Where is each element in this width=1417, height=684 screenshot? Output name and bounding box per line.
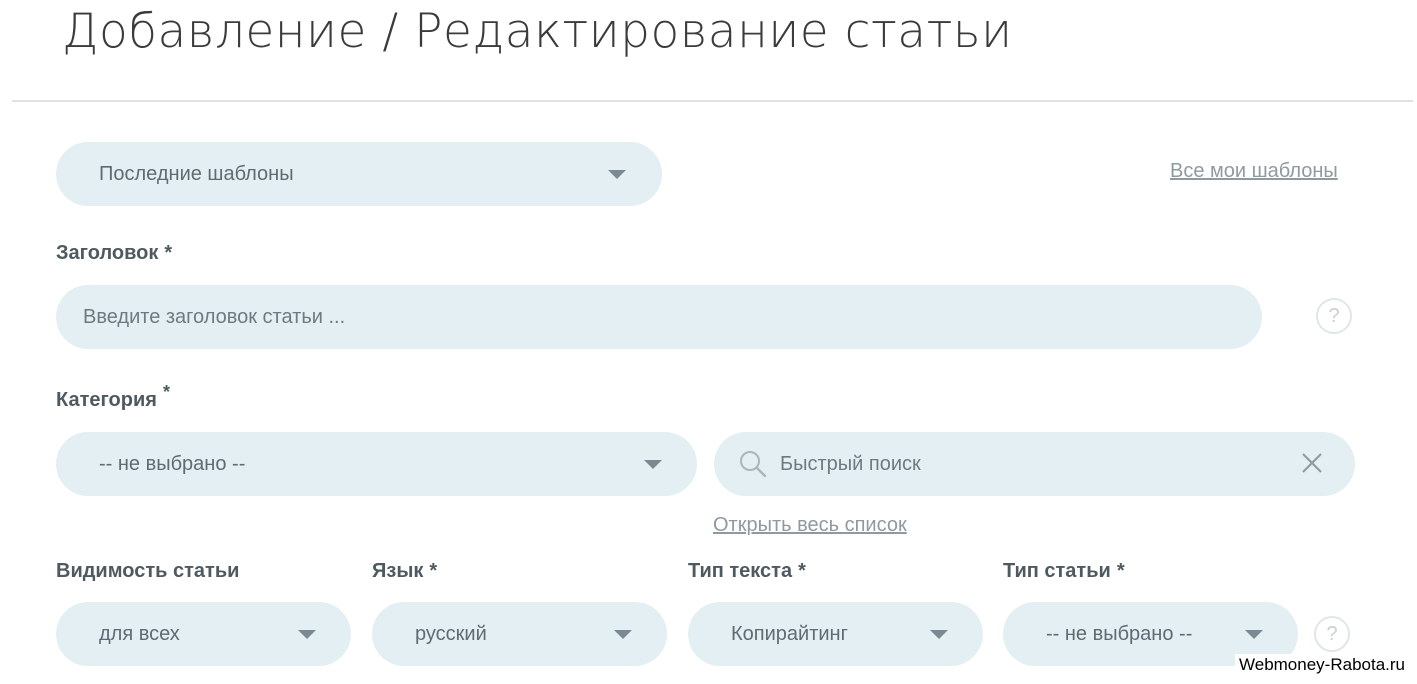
chevron-down-icon xyxy=(614,630,632,639)
visibility-label: Видимость статьи xyxy=(56,560,240,582)
language-label-text: Язык xyxy=(372,560,424,582)
required-mark: * xyxy=(429,560,438,582)
chevron-down-icon xyxy=(644,460,662,469)
language-label: Язык * xyxy=(372,560,437,583)
templates-select-value: Последние шаблоны xyxy=(99,162,294,185)
header-divider xyxy=(12,100,1413,102)
required-mark: * xyxy=(162,382,170,402)
templates-select[interactable]: Последние шаблоны xyxy=(56,142,662,206)
category-label: Категория * xyxy=(56,382,170,412)
category-search-input[interactable] xyxy=(780,450,1280,478)
visibility-select-value: для всех xyxy=(99,622,180,645)
text-type-label-text: Тип текста xyxy=(688,560,793,582)
chevron-down-icon xyxy=(608,170,626,179)
search-icon xyxy=(740,451,767,478)
page-title: Добавление / Редактирование статьи xyxy=(62,4,1013,59)
chevron-down-icon xyxy=(930,630,948,639)
title-input[interactable] xyxy=(83,303,1233,331)
category-select-value: -- не выбрано -- xyxy=(99,452,246,475)
watermark: Webmoney-Rabota.ru xyxy=(1235,654,1409,676)
required-mark: * xyxy=(798,560,806,582)
title-field[interactable] xyxy=(56,285,1262,349)
title-label: Заголовок * xyxy=(56,242,172,265)
article-type-select-value: -- не выбрано -- xyxy=(1046,622,1193,645)
close-icon[interactable] xyxy=(1301,452,1323,474)
chevron-down-icon xyxy=(1245,630,1263,639)
visibility-select[interactable]: для всех xyxy=(56,602,351,666)
open-full-list-link[interactable]: Открыть весь список xyxy=(713,514,907,537)
text-type-label: Тип текста * xyxy=(688,560,806,583)
title-help-icon[interactable]: ? xyxy=(1316,298,1352,334)
language-select[interactable]: русский xyxy=(372,602,667,666)
text-type-select-value: Копирайтинг xyxy=(731,622,848,645)
article-type-label-text: Тип статьи xyxy=(1003,560,1111,582)
article-type-label: Тип статьи * xyxy=(1003,560,1125,583)
all-templates-link[interactable]: Все мои шаблоны xyxy=(1170,160,1338,183)
text-type-select[interactable]: Копирайтинг xyxy=(688,602,983,666)
required-mark: * xyxy=(164,242,173,264)
chevron-down-icon xyxy=(298,630,316,639)
language-select-value: русский xyxy=(415,622,487,645)
category-search-field[interactable] xyxy=(714,432,1355,496)
category-label-text: Категория xyxy=(56,389,157,411)
article-type-help-icon[interactable]: ? xyxy=(1314,616,1350,652)
title-label-text: Заголовок xyxy=(56,242,159,264)
required-mark: * xyxy=(1116,560,1125,582)
category-select[interactable]: -- не выбрано -- xyxy=(56,432,697,496)
